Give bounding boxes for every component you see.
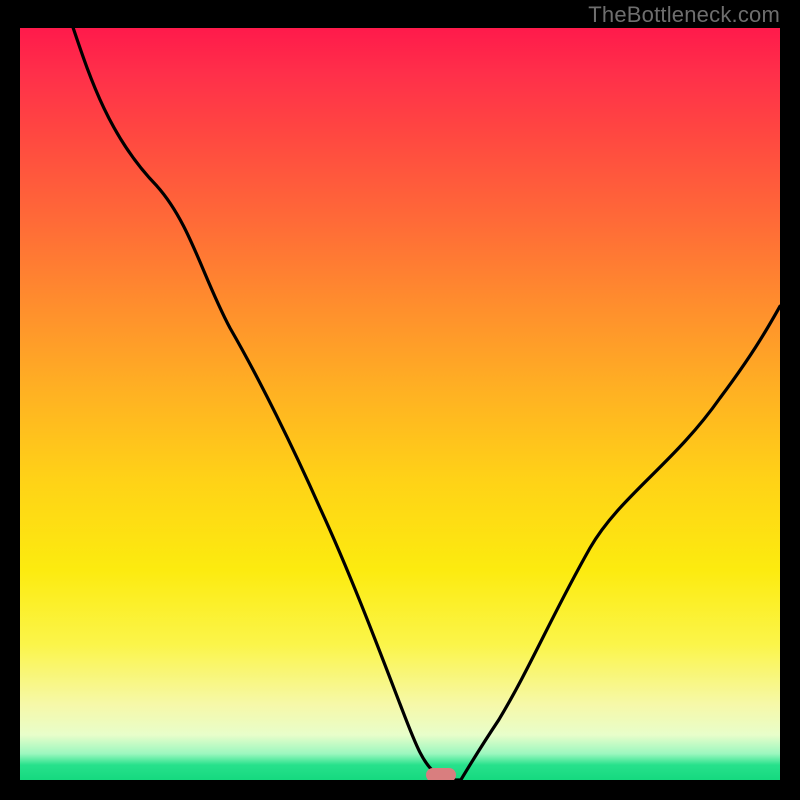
bottleneck-curve: [20, 28, 780, 780]
watermark-text: TheBottleneck.com: [588, 2, 780, 28]
chart-frame: TheBottleneck.com: [0, 0, 800, 800]
plot-area: [20, 28, 780, 780]
minimum-marker: [426, 768, 456, 780]
curve-path: [73, 28, 780, 780]
